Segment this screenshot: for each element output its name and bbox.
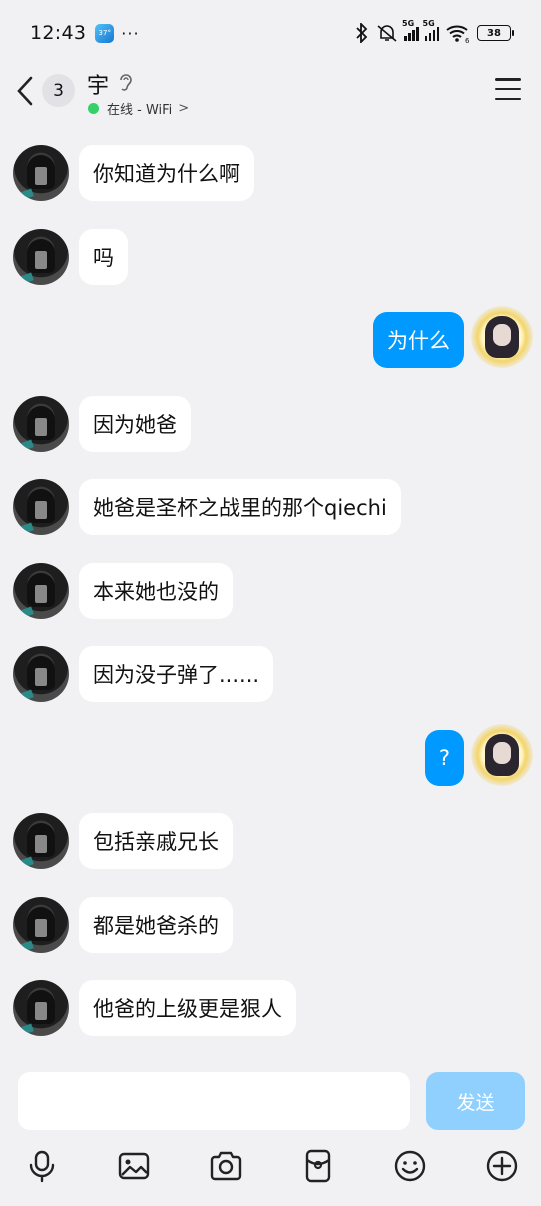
message-bubble[interactable]: 为什么 [373, 312, 464, 368]
contact-avatar[interactable] [13, 897, 69, 953]
incoming-message: 因为她爸 [0, 396, 541, 466]
battery-icon: 38 [477, 25, 514, 41]
message-list[interactable]: 你知道为什么啊吗为什么因为她爸她爸是圣杯之战里的那个qiechi 本来她也没的 因为… [0, 130, 541, 1050]
red-packet-icon [305, 1149, 331, 1183]
message-bubble[interactable]: 她爸是圣杯之战里的那个qiechi [79, 479, 401, 535]
contact-avatar[interactable] [13, 479, 69, 535]
chat-header: 3 宇 在线 - WiFi > [0, 66, 541, 122]
message-bubble[interactable]: 他爸的上级更是狠人 [79, 980, 296, 1036]
ear-icon [120, 74, 132, 91]
contact-avatar[interactable] [13, 813, 69, 869]
menu-button[interactable] [495, 78, 521, 100]
contact-avatar[interactable] [13, 229, 69, 285]
cell-signal-1-icon: 5G [402, 19, 419, 41]
voice-button[interactable] [20, 1144, 64, 1188]
composer-toolbar [0, 1144, 541, 1188]
contact-avatar[interactable] [13, 980, 69, 1036]
status-time: 12:43 [30, 22, 87, 44]
my-avatar[interactable] [471, 724, 533, 786]
composer: 发送 [0, 1062, 541, 1206]
outgoing-message: 为什么 [0, 306, 541, 382]
incoming-message: 你知道为什么啊 [0, 145, 541, 215]
message-bubble[interactable]: 你知道为什么啊 [79, 145, 254, 201]
more-notifications-icon: ··· [121, 23, 140, 43]
send-button[interactable]: 发送 [426, 1072, 525, 1130]
unread-count-badge[interactable]: 3 [42, 74, 75, 107]
my-avatar[interactable] [471, 306, 533, 368]
wifi-icon: 6 [446, 25, 470, 43]
status-bar: 12:43 37° ··· 5G 5G 6 38 [0, 0, 541, 66]
red-packet-button[interactable] [296, 1144, 340, 1188]
message-bubble[interactable]: 因为没子弹了...... [79, 646, 274, 702]
emoji-button[interactable] [388, 1144, 432, 1188]
message-bubble[interactable]: 包括亲戚兄长 [79, 813, 233, 869]
incoming-message: 吗 [0, 229, 541, 299]
emoji-icon [394, 1150, 426, 1182]
contact-avatar[interactable] [13, 145, 69, 201]
camera-button[interactable] [204, 1144, 248, 1188]
chevron-right-icon: > [178, 101, 190, 116]
presence-text: 在线 - WiFi [107, 103, 173, 118]
message-bubble[interactable]: 都是她爸杀的 [79, 897, 233, 953]
incoming-message: 包括亲戚兄长 [0, 813, 541, 883]
incoming-message: 他爸的上级更是狠人 [0, 980, 541, 1050]
back-button[interactable] [14, 74, 36, 108]
image-icon [118, 1152, 150, 1180]
contact-avatar[interactable] [13, 646, 69, 702]
incoming-message: 因为没子弹了...... [0, 646, 541, 716]
incoming-message: 本来她也没的 [0, 563, 541, 633]
svg-text:6: 6 [465, 37, 470, 43]
camera-icon [210, 1151, 242, 1181]
outgoing-message: ? [0, 724, 541, 800]
bluetooth-icon [356, 23, 368, 43]
contact-name[interactable]: 宇 [87, 68, 109, 100]
contact-avatar[interactable] [13, 563, 69, 619]
message-bubble[interactable]: 吗 [79, 229, 128, 285]
incoming-message: 都是她爸杀的 [0, 897, 541, 967]
message-bubble[interactable]: 本来她也没的 [79, 563, 233, 619]
incoming-message: 她爸是圣杯之战里的那个qiechi [0, 479, 541, 549]
message-bubble[interactable]: 因为她爸 [79, 396, 191, 452]
contact-avatar[interactable] [13, 396, 69, 452]
weather-app-icon: 37° [95, 23, 115, 43]
message-input[interactable] [18, 1072, 410, 1130]
gallery-button[interactable] [112, 1144, 156, 1188]
plus-icon [486, 1150, 518, 1182]
microphone-icon [29, 1150, 55, 1183]
presence-status[interactable]: 在线 - WiFi > [88, 99, 189, 118]
mute-bell-icon [377, 25, 397, 42]
cell-signal-2-icon: 5G [423, 19, 439, 41]
more-actions-button[interactable] [480, 1144, 524, 1188]
online-dot-icon [88, 103, 99, 114]
message-bubble[interactable]: ? [424, 730, 464, 786]
